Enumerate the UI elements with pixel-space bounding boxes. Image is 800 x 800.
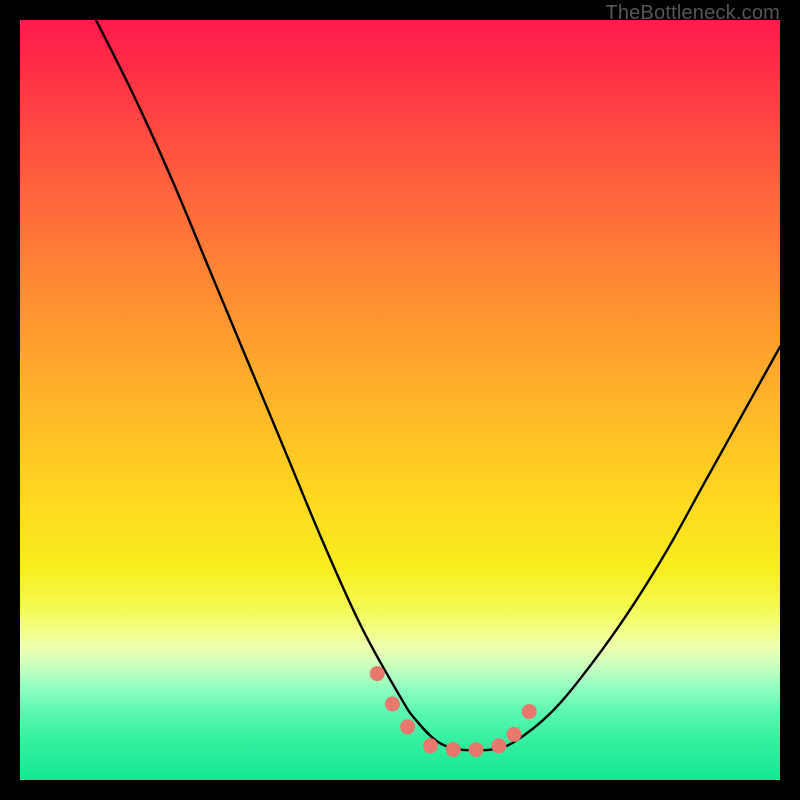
marker-point <box>423 738 438 753</box>
bottleneck-chart-svg <box>20 20 780 780</box>
plot-area <box>20 20 780 780</box>
chart-frame: TheBottleneck.com <box>0 0 800 800</box>
bottleneck-curve-line <box>96 20 780 750</box>
marker-point <box>446 742 461 757</box>
marker-point <box>507 727 522 742</box>
marker-point <box>469 742 484 757</box>
marker-point <box>370 666 385 681</box>
marker-point <box>491 738 506 753</box>
marker-point <box>522 704 537 719</box>
marker-point <box>385 697 400 712</box>
marker-point <box>400 719 415 734</box>
